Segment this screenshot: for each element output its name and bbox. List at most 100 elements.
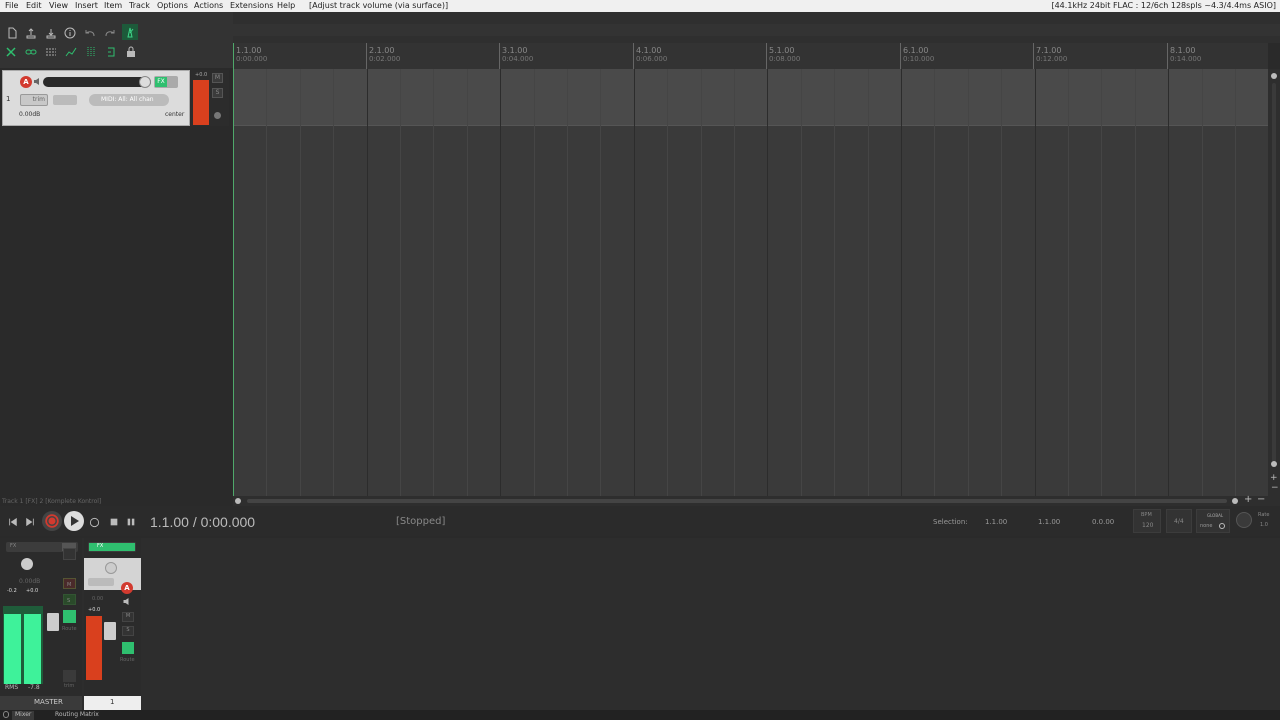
redo-icon[interactable]	[102, 25, 118, 41]
solo-button[interactable]: S	[212, 88, 223, 98]
track-1-lane[interactable]	[233, 69, 1268, 126]
mixer-track-1-route[interactable]: Route	[120, 657, 135, 663]
mixer-track-1-envelope-icon[interactable]	[122, 642, 134, 654]
scroll-right-icon[interactable]	[1232, 498, 1238, 504]
mixer-track-1-record-arm[interactable]: A	[121, 582, 133, 594]
grid-line	[300, 69, 301, 496]
speaker-icon[interactable]	[33, 77, 41, 86]
stop-button[interactable]	[106, 514, 122, 530]
pause-button[interactable]	[123, 514, 139, 530]
go-to-start-icon[interactable]	[5, 514, 21, 530]
ripple-edit-icon[interactable]	[3, 44, 19, 60]
repeat-icon[interactable]	[86, 514, 102, 530]
zoom-out-vertical-icon[interactable]: −	[1271, 483, 1279, 493]
tab-routing-matrix[interactable]: Routing Matrix	[52, 711, 102, 720]
menu-help[interactable]: Help	[277, 1, 295, 10]
master-solo-button[interactable]: S	[63, 594, 76, 605]
menu-item[interactable]: Item	[104, 1, 122, 10]
record-arm-button[interactable]: A	[20, 76, 32, 88]
arrange-view[interactable]	[233, 69, 1269, 496]
undo-icon[interactable]	[82, 25, 98, 41]
mixer-track-1-fx-button[interactable]: FX	[88, 542, 136, 552]
audio-status[interactable]: [44.1kHz 24bit FLAC : 12/6ch 128spls ~4.…	[1051, 1, 1276, 10]
envelope-lock-icon[interactable]	[63, 44, 79, 60]
auto-crossfade-icon[interactable]	[103, 44, 119, 60]
menu-file[interactable]: File	[5, 1, 18, 10]
master-route-label[interactable]: Route	[62, 626, 77, 632]
volume-slider-knob[interactable]	[139, 76, 151, 88]
vertical-scroll-thumb[interactable]	[1272, 83, 1276, 463]
mixer-track-1-label-box[interactable]: 1	[84, 696, 141, 710]
tab-mixer[interactable]: Mixer	[12, 711, 35, 720]
menu-edit[interactable]: Edit	[26, 1, 42, 10]
position-display[interactable]: 1.1.00 / 0:00.000	[150, 514, 255, 530]
scroll-left-icon[interactable]	[235, 498, 241, 504]
master-io-icon[interactable]	[63, 548, 76, 560]
selection-label: Selection:	[933, 518, 968, 526]
phase-icon[interactable]	[214, 112, 221, 119]
vertical-scrollbar[interactable]: + −	[1268, 69, 1280, 496]
grid-line	[901, 69, 902, 496]
master-pan-knob[interactable]	[21, 558, 33, 570]
item-grouping-icon[interactable]	[23, 44, 39, 60]
master-envelope-icon[interactable]	[63, 610, 76, 623]
scroll-down-icon[interactable]	[1271, 461, 1277, 467]
time-signature-box[interactable]: 4/4	[1166, 509, 1192, 533]
docker-menu-icon[interactable]	[3, 711, 9, 718]
track-control-panel	[0, 68, 233, 496]
horizontal-scrollbar[interactable]: + −	[233, 494, 1280, 506]
mixer-track-1-strip[interactable]: FX A 0.00 +0.0 M S Route 1	[84, 538, 141, 710]
selection-length[interactable]: 0.0.00	[1092, 518, 1114, 526]
selection-start[interactable]: 1.1.00	[985, 518, 1007, 526]
mixer-track-1-solo[interactable]: S	[122, 626, 134, 636]
save-project-icon[interactable]	[43, 25, 59, 41]
menu-extensions[interactable]: Extensions	[230, 1, 273, 10]
horizontal-scroll-thumb[interactable]	[247, 499, 1227, 503]
mixer-track-1-fader[interactable]	[104, 622, 116, 640]
mixer-track-1-mute[interactable]: M	[122, 612, 134, 622]
mute-button[interactable]: M	[212, 73, 223, 83]
master-mute-button[interactable]: M	[63, 578, 76, 589]
timeline-ruler[interactable]: 1.1.00 0:00.000 2.1.00 0:02.000 3.1.00 0:04…	[233, 43, 1268, 69]
new-project-icon[interactable]	[4, 25, 20, 41]
record-input-selector[interactable]: MIDI: All: All chan	[89, 94, 169, 106]
open-project-icon[interactable]	[23, 25, 39, 41]
menu-insert[interactable]: Insert	[75, 1, 98, 10]
master-label-box[interactable]: MASTER	[0, 696, 82, 710]
master-trim-label: trim	[64, 683, 75, 689]
rate-value[interactable]: 1.0	[1260, 522, 1268, 528]
track-volume-slider[interactable]	[43, 76, 151, 88]
mixer-track-1-speaker-icon[interactable]	[122, 597, 132, 607]
bpm-box[interactable]: BPM 120	[1133, 509, 1161, 533]
play-button[interactable]	[64, 511, 84, 531]
zoom-in-vertical-icon[interactable]: +	[1270, 473, 1278, 483]
zoom-out-horizontal-icon[interactable]: −	[1257, 494, 1265, 505]
master-trim-button[interactable]	[63, 670, 76, 682]
track-1-header[interactable]: 1 A FX trim MIDI: All: All chan 0.00dB c…	[2, 70, 190, 126]
docker-tabs: Mixer Routing Matrix	[0, 710, 1280, 720]
mixer-track-1-pan-knob[interactable]	[105, 562, 117, 574]
lock-icon[interactable]	[123, 44, 139, 60]
menu-track[interactable]: Track	[129, 1, 150, 10]
project-settings-icon[interactable]	[62, 25, 78, 41]
automation-mode-box[interactable]: GLOBAL none	[1196, 509, 1230, 533]
scroll-up-icon[interactable]	[1271, 73, 1277, 79]
snap-grid-icon[interactable]	[43, 44, 59, 60]
zoom-in-horizontal-icon[interactable]: +	[1244, 494, 1252, 505]
mixer-track-1-io[interactable]	[88, 578, 114, 586]
menu-actions[interactable]: Actions	[194, 1, 223, 10]
menu-view[interactable]: View	[49, 1, 68, 10]
fx-button[interactable]: FX	[154, 76, 178, 88]
master-volume-fader[interactable]	[47, 613, 59, 631]
playrate-knob[interactable]	[1236, 512, 1252, 528]
trim-button[interactable]: trim	[20, 94, 48, 106]
grid-icon[interactable]	[83, 44, 99, 60]
io-routing-button[interactable]	[53, 95, 77, 105]
selection-end[interactable]: 1.1.00	[1038, 518, 1060, 526]
rate-label: Rate	[1258, 512, 1270, 518]
menu-options[interactable]: Options	[157, 1, 188, 10]
record-button[interactable]	[42, 511, 62, 531]
track-number: 1	[6, 95, 11, 103]
metronome-icon[interactable]	[122, 24, 138, 40]
go-to-end-icon[interactable]	[22, 514, 38, 530]
